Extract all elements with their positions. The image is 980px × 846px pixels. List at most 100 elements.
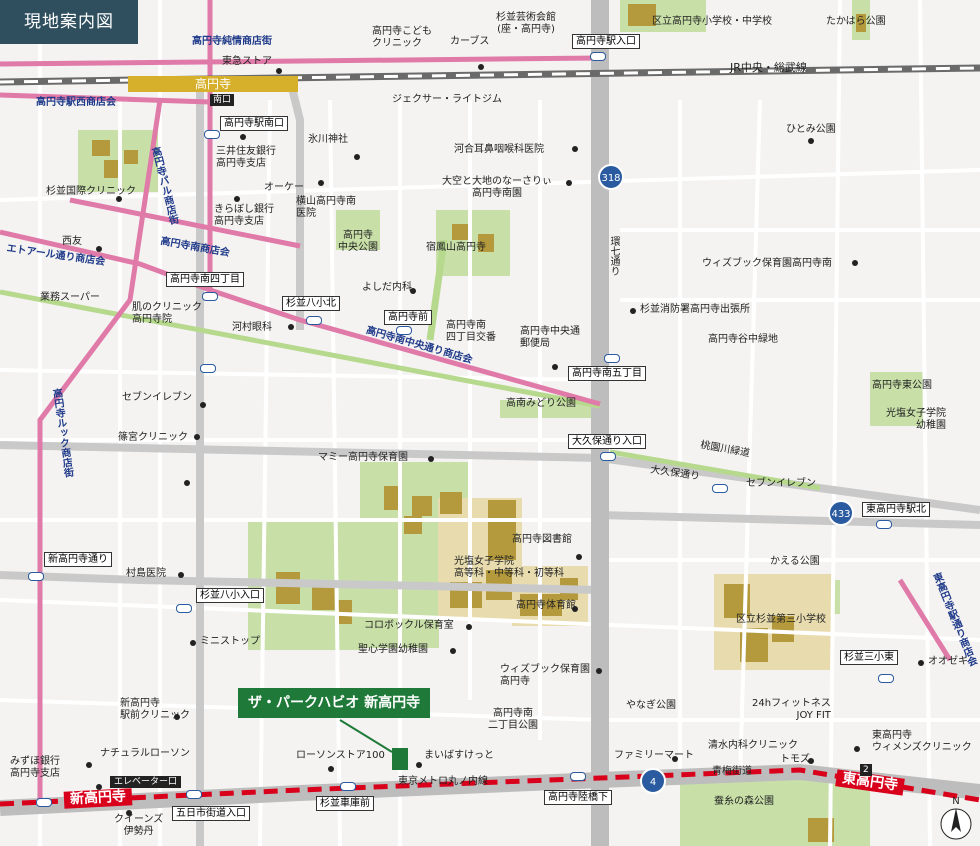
street-ekinishi: 高円寺駅西商店会 <box>36 97 116 108</box>
bus-stop-label: 杉並車庫前 <box>316 796 374 811</box>
bus-stop-icon <box>600 452 616 461</box>
poi-label: 高円寺谷中緑地 <box>708 334 778 345</box>
poi-dot <box>86 762 92 768</box>
poi-label: 区立高円寺小学校・中学校 <box>652 16 772 27</box>
road-kannana: 環七通り <box>608 236 619 276</box>
map-title: 現地案内図 <box>0 0 138 44</box>
poi-dot <box>918 660 924 666</box>
poi-label: 杉並芸術会館 (座・高円寺) <box>496 12 556 35</box>
poi-dot <box>478 64 484 70</box>
poi-label: ファミリーマート <box>614 750 694 761</box>
bus-stop-icon <box>878 674 894 683</box>
poi-label: 高円寺中央通 郵便局 <box>520 326 580 349</box>
poi-label: オオゼキ <box>928 656 968 667</box>
poi-dot <box>96 246 102 252</box>
poi-dot <box>552 364 558 370</box>
poi-dot <box>808 138 814 144</box>
bus-stop-icon <box>340 782 356 791</box>
poi-dot <box>200 402 206 408</box>
railway-label: JR中央・総武線 <box>730 61 807 74</box>
bus-stop-label: 東高円寺駅北 <box>862 502 930 517</box>
station-koenji: 高円寺 <box>128 76 298 92</box>
bus-stop-label: 高円寺駅南口 <box>220 116 288 131</box>
poi-label: 高円寺 中央公園 <box>338 230 378 253</box>
bus-stop-icon <box>36 798 52 807</box>
poi-label: ローソンストア100 <box>296 750 385 761</box>
poi-dot <box>116 196 122 202</box>
poi-dot <box>808 758 814 764</box>
bus-stop-label: 高円寺駅入口 <box>572 34 640 49</box>
bus-stop-icon <box>176 604 192 613</box>
poi-dot <box>596 668 602 674</box>
poi-dot <box>190 640 196 646</box>
poi-label: 氷川神社 <box>308 134 348 145</box>
poi-dot <box>328 766 334 772</box>
bus-stop-label: 高円寺陸橋下 <box>544 790 612 805</box>
poi-label: ミニストップ <box>200 636 260 647</box>
poi-dot <box>630 308 636 314</box>
route-318-shield: 318 <box>598 164 624 190</box>
bus-stop-icon <box>712 484 728 493</box>
bus-stop-label: 大久保通り入口 <box>568 434 646 449</box>
bus-stop-icon <box>202 292 218 301</box>
bus-stop-icon <box>28 572 44 581</box>
bus-stop-icon <box>186 790 202 799</box>
poi-label: ジェクサー・ライトジム <box>392 94 502 105</box>
poi-label: 高円寺東公園 <box>872 380 932 391</box>
poi-label: かえる公園 <box>770 556 820 567</box>
poi-label: やなぎ公園 <box>626 700 676 711</box>
bus-stop-icon <box>876 520 892 529</box>
bus-stop-icon <box>396 326 412 335</box>
bus-stop-icon <box>204 130 220 139</box>
bus-stop-label: 五日市街道入口 <box>172 806 250 821</box>
poi-dot <box>466 624 472 630</box>
poi-label: セブンイレブン <box>122 392 192 403</box>
poi-label: 東高円寺 ウィメンズクリニック <box>872 730 972 753</box>
poi-label: 大空と大地のなーさりぃ 高円寺南園 <box>442 176 552 199</box>
poi-dot <box>234 196 240 202</box>
poi-label: クイーンズ 伊勢丹 <box>114 814 164 837</box>
poi-dot <box>576 554 582 560</box>
poi-label: 高円寺こども クリニック <box>372 26 432 49</box>
poi-dot <box>288 324 294 330</box>
poi-label: 宿鳳山高円寺 <box>426 242 486 253</box>
bus-stop-label: 高円寺南五丁目 <box>568 366 646 381</box>
poi-label: 肌のクリニック 高円寺院 <box>132 302 202 325</box>
poi-label: 光塩女子学院 高等科・中等科・初等科 <box>454 556 564 579</box>
poi-label: 杉並国際クリニック <box>46 186 136 197</box>
metro-station-shinkoenji: 新高円寺 <box>63 788 133 809</box>
poi-label: きらぼし銀行 高円寺支店 <box>214 204 274 227</box>
poi-dot <box>184 480 190 486</box>
poi-label: よしだ内科 <box>362 282 412 293</box>
poi-label: 西友 <box>62 236 82 247</box>
bus-stop-icon <box>306 316 322 325</box>
poi-label: ナチュラルローソン <box>100 748 190 759</box>
poi-dot <box>126 810 132 816</box>
bus-stop-icon <box>200 364 216 373</box>
poi-label: みずほ銀行 高円寺支店 <box>10 756 60 779</box>
poi-label: 高円寺南 四丁目交番 <box>446 320 496 343</box>
poi-label: 高円寺図書館 <box>512 534 572 545</box>
poi-label: 光塩女子学院 幼稚園 <box>886 408 946 431</box>
poi-label: 高円寺南 二丁目公園 <box>488 708 538 731</box>
poi-dot <box>240 134 246 140</box>
poi-label: 篠宮クリニック <box>118 432 188 443</box>
route-433-shield: 433 <box>828 500 854 526</box>
poi-label: 業務スーパー <box>40 292 100 303</box>
poi-dot <box>672 756 678 762</box>
poi-label: 区立杉並第三小学校 <box>736 614 826 625</box>
poi-dot <box>318 180 324 186</box>
bus-stop-icon <box>570 772 586 781</box>
poi-label: 高南みどり公園 <box>506 398 576 409</box>
elevator-exit: エレベーター口 <box>110 776 182 788</box>
metro-line-label: 東京メトロ丸ノ内線 <box>398 776 488 787</box>
poi-dot <box>566 180 572 186</box>
poi-label: トモズ <box>780 754 810 765</box>
poi-dot <box>96 784 102 790</box>
poi-dot <box>410 288 416 294</box>
bus-stop-label: 高円寺南四丁目 <box>166 272 244 287</box>
poi-label: コロボックル保育室 <box>364 620 454 631</box>
bus-stop-label: 高円寺前 <box>384 310 432 325</box>
poi-dot <box>416 762 422 768</box>
poi-dot <box>174 714 180 720</box>
